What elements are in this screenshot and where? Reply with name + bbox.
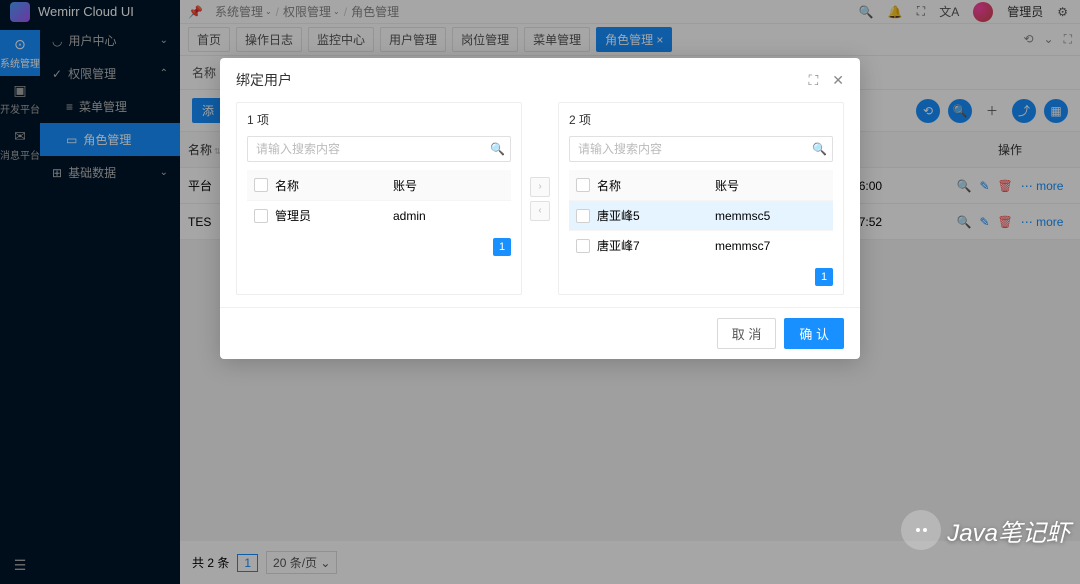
list-item[interactable]: 唐亚峰7 memmsc7	[569, 230, 833, 260]
transfer-right: 2 项 🔍 名称 账号 唐亚峰5 memmsc5	[558, 102, 844, 295]
col-account: 账号	[715, 177, 833, 194]
checkbox[interactable]	[576, 209, 590, 223]
checkbox-all[interactable]	[576, 178, 590, 192]
col-name: 名称	[597, 177, 715, 194]
modal-mask: 绑定用户 ⛶ ✕ 1 项 🔍 名称 账号	[0, 0, 1080, 584]
move-left-button[interactable]: ‹	[530, 201, 550, 221]
right-page[interactable]: 1	[815, 268, 833, 286]
left-count: 1 项	[237, 103, 521, 136]
transfer-left: 1 项 🔍 名称 账号 管理员 admin	[236, 102, 522, 295]
checkbox[interactable]	[576, 239, 590, 253]
right-search-input[interactable]	[569, 136, 833, 162]
right-table-head: 名称 账号	[569, 170, 833, 200]
ok-button[interactable]: 确 认	[784, 318, 844, 349]
right-count: 2 项	[559, 103, 843, 136]
checkbox-all[interactable]	[254, 178, 268, 192]
watermark: Java笔记虾	[901, 510, 1070, 550]
left-search-input[interactable]	[247, 136, 511, 162]
checkbox[interactable]	[254, 209, 268, 223]
fullscreen-icon[interactable]: ⛶	[808, 72, 818, 89]
search-icon[interactable]: 🔍	[490, 142, 505, 156]
col-name: 名称	[275, 177, 393, 194]
transfer-arrows: › ‹	[530, 102, 550, 295]
move-right-button[interactable]: ›	[530, 177, 550, 197]
modal-body: 1 项 🔍 名称 账号 管理员 admin	[220, 102, 860, 307]
close-icon[interactable]: ✕	[832, 72, 844, 89]
cancel-button[interactable]: 取 消	[717, 318, 777, 349]
modal-header: 绑定用户 ⛶ ✕	[220, 58, 860, 102]
modal: 绑定用户 ⛶ ✕ 1 项 🔍 名称 账号	[220, 58, 860, 359]
modal-footer: 取 消 确 认	[220, 307, 860, 359]
wechat-icon	[901, 510, 941, 550]
left-table-head: 名称 账号	[247, 170, 511, 200]
left-page[interactable]: 1	[493, 238, 511, 256]
list-item[interactable]: 管理员 admin	[247, 200, 511, 230]
col-account: 账号	[393, 177, 511, 194]
modal-title: 绑定用户	[236, 70, 292, 90]
list-item[interactable]: 唐亚峰5 memmsc5	[569, 200, 833, 230]
search-icon[interactable]: 🔍	[812, 142, 827, 156]
